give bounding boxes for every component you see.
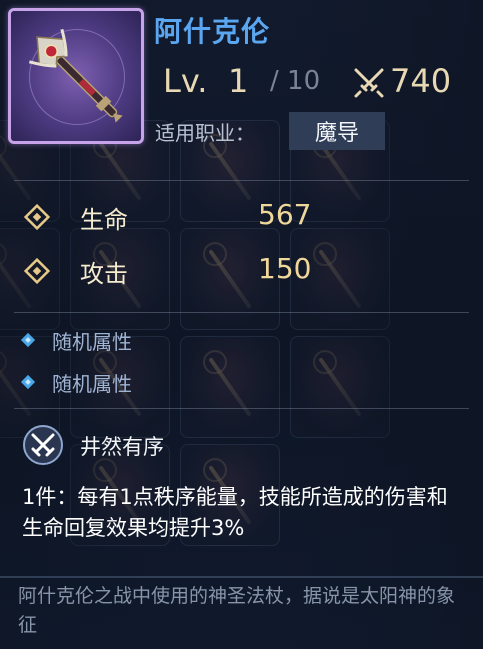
job-label: 适用职业： <box>155 121 255 145</box>
stat-name-hp: 生命 <box>80 206 128 234</box>
set-bonus-description: 1件：每有1点秩序能量，技能所造成的伤害和生命回复效果均提升3% <box>22 485 448 540</box>
level-label: Lv. <box>163 62 208 100</box>
item-name: 阿什克伦 <box>154 15 271 48</box>
stat-name-attack: 攻击 <box>80 260 128 288</box>
crossed-swords-icon <box>354 68 384 98</box>
random-attr-1: 随机属性 <box>52 330 132 354</box>
item-icon-frame <box>8 8 144 144</box>
diamond-icon <box>24 204 50 230</box>
stat-value-attack: 150 <box>258 252 312 285</box>
crossed-swords-icon <box>23 425 63 465</box>
stat-value-hp: 567 <box>258 198 312 231</box>
diamond-icon <box>24 258 50 284</box>
small-diamond-icon <box>20 332 36 348</box>
divider <box>14 408 469 409</box>
staff-weapon-icon <box>28 28 123 123</box>
divider <box>14 312 469 313</box>
set-bonus-name: 井然有序 <box>80 435 164 459</box>
small-diamond-icon <box>20 374 36 390</box>
lore-divider <box>0 576 483 578</box>
level-max: / 10 <box>270 66 321 96</box>
item-lore: 阿什克伦之战中使用的神圣法杖，据说是太阳神的象征 <box>18 585 456 636</box>
random-attr-2: 随机属性 <box>52 372 132 396</box>
divider <box>14 180 469 181</box>
level-value: 1 <box>228 62 249 100</box>
job-badge: 魔导 <box>289 112 385 150</box>
power-value: 740 <box>390 62 452 100</box>
